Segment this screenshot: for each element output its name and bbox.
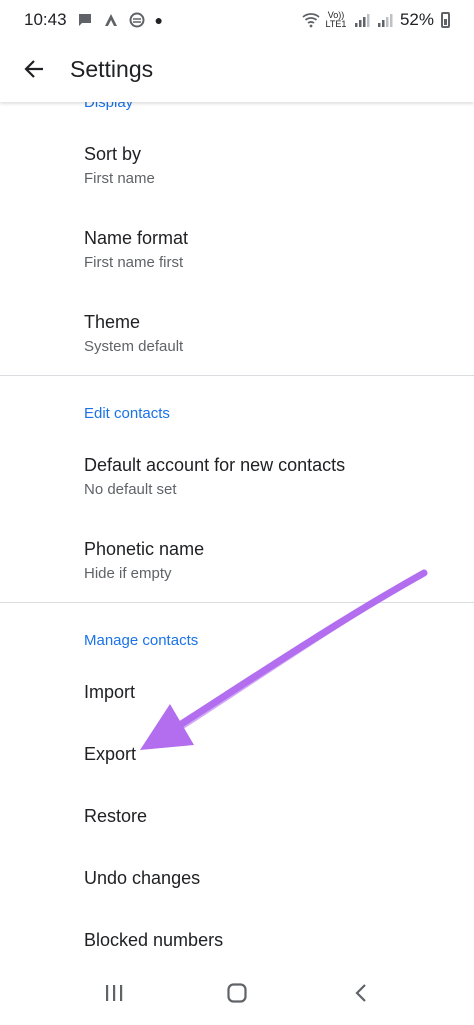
setting-subtitle: First name first bbox=[84, 254, 184, 271]
nav-back-icon bbox=[354, 983, 368, 1008]
page-title: Settings bbox=[70, 56, 154, 82]
setting-title: Theme bbox=[84, 312, 141, 332]
signal-2-icon bbox=[377, 12, 393, 28]
setting-restore[interactable]: Restore bbox=[0, 788, 474, 848]
status-time: 10:43 bbox=[24, 10, 67, 29]
notification-dot-icon: ● bbox=[154, 12, 164, 28]
setting-undo-changes[interactable]: Undo changes bbox=[0, 850, 474, 910]
setting-name-format[interactable]: Name format First name first bbox=[0, 216, 474, 296]
setting-title: Sort by bbox=[84, 144, 142, 164]
app-bar: Settings bbox=[0, 40, 474, 102]
divider bbox=[0, 375, 474, 376]
recents-icon bbox=[104, 984, 124, 1007]
settings-list: Display Sort by First name Name format F… bbox=[0, 102, 474, 962]
status-right: Vo)) LTE1 52% bbox=[302, 10, 450, 30]
section-header-edit-contacts: Edit contacts bbox=[84, 405, 170, 422]
signal-icon bbox=[354, 12, 370, 28]
setting-import[interactable]: Import bbox=[0, 664, 474, 724]
setting-title: Blocked numbers bbox=[84, 930, 224, 950]
nav-back-button[interactable] bbox=[341, 980, 381, 1010]
navigation-bar bbox=[0, 962, 474, 1025]
setting-subtitle: System default bbox=[84, 338, 184, 355]
battery-icon bbox=[441, 12, 450, 28]
home-icon bbox=[226, 982, 248, 1009]
setting-subtitle: Hide if empty bbox=[84, 565, 172, 582]
setting-title: Default account for new contacts bbox=[84, 455, 346, 475]
home-button[interactable] bbox=[217, 980, 257, 1010]
status-left: 10:43 ● bbox=[24, 10, 163, 30]
setting-theme[interactable]: Theme System default bbox=[0, 300, 474, 380]
back-button[interactable] bbox=[18, 55, 50, 87]
battery-percent: 52% bbox=[399, 10, 434, 29]
message-icon bbox=[77, 12, 93, 28]
section-header-display: Display bbox=[84, 102, 134, 111]
wifi-icon bbox=[302, 12, 320, 28]
setting-blocked-numbers[interactable]: Blocked numbers bbox=[0, 912, 474, 962]
setting-sort-by[interactable]: Sort by First name bbox=[0, 132, 474, 212]
setting-export[interactable]: Export bbox=[0, 726, 474, 786]
sync-icon bbox=[129, 12, 145, 28]
setting-title: Import bbox=[84, 682, 136, 702]
setting-default-account[interactable]: Default account for new contacts No defa… bbox=[0, 443, 474, 523]
divider bbox=[0, 602, 474, 603]
volte-indicator: Vo)) LTE1 bbox=[325, 11, 347, 29]
arrow-left-icon bbox=[23, 58, 45, 85]
recents-button[interactable] bbox=[94, 980, 134, 1010]
setting-subtitle: No default set bbox=[84, 481, 177, 498]
setting-subtitle: First name bbox=[84, 170, 155, 187]
volte-line2: LTE1 bbox=[325, 19, 347, 29]
status-bar: 10:43 ● Vo)) LTE1 52% bbox=[0, 0, 474, 40]
setting-phonetic-name[interactable]: Phonetic name Hide if empty bbox=[0, 527, 474, 607]
setting-title: Name format bbox=[84, 228, 189, 248]
section-header-manage-contacts: Manage contacts bbox=[84, 632, 199, 649]
setting-title: Export bbox=[84, 744, 137, 764]
app-notification-icon bbox=[103, 12, 119, 28]
setting-title: Undo changes bbox=[84, 868, 201, 888]
setting-title: Restore bbox=[84, 806, 148, 826]
setting-title: Phonetic name bbox=[84, 539, 205, 559]
